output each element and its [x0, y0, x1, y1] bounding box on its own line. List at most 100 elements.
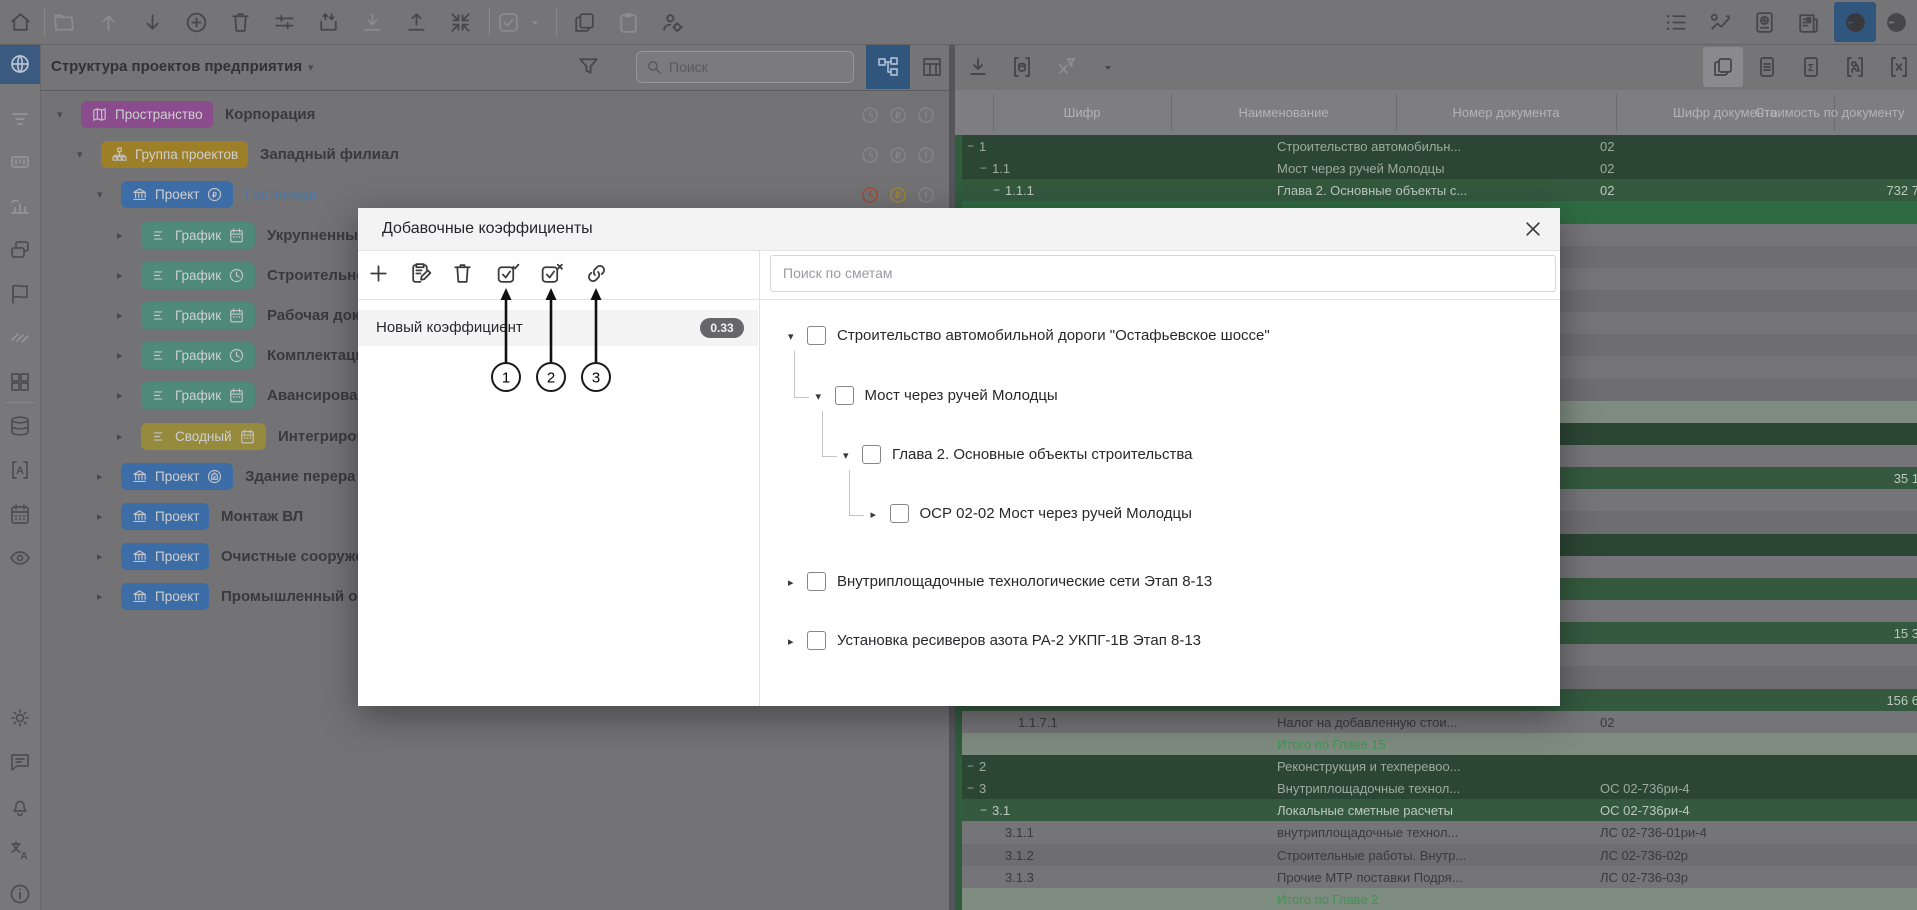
collapse-marker[interactable]: −: [967, 139, 974, 153]
estimate-tree-row[interactable]: ▾Глава 2. Основные объекты строительства: [759, 442, 1560, 470]
attribute-icon[interactable]: A: [8, 458, 32, 482]
info-status-icon[interactable]: [916, 105, 936, 125]
clock-status-icon[interactable]: [860, 105, 880, 125]
home-icon[interactable]: [8, 10, 33, 35]
tree-caret-icon[interactable]: ▸: [117, 229, 123, 242]
add-coefficient-icon[interactable]: [366, 261, 391, 286]
tree-caret-icon[interactable]: ▸: [871, 508, 877, 521]
ruble-status-icon[interactable]: ₽: [888, 105, 908, 125]
multi-select-caret-icon[interactable]: [528, 16, 542, 30]
passport-icon[interactable]: [1752, 10, 1777, 35]
tree-caret-icon[interactable]: ▾: [57, 108, 63, 121]
project-name[interactable]: Авансирован: [267, 387, 367, 404]
download-estimate-icon[interactable]: [966, 55, 990, 79]
flag-icon[interactable]: [8, 282, 32, 306]
table-view-toggle[interactable]: [910, 44, 954, 89]
check-selected-icon[interactable]: [495, 261, 520, 286]
tree-caret-icon[interactable]: ▸: [117, 269, 123, 282]
project-tree-row[interactable]: ▾Группа проектовЗападный филиал₽: [40, 135, 949, 175]
estimate-checkbox[interactable]: [890, 504, 909, 523]
list-view-icon[interactable]: [1664, 10, 1689, 35]
tree-caret-icon[interactable]: ▾: [97, 188, 103, 201]
collapse-marker[interactable]: −: [980, 803, 987, 817]
collapse-marker[interactable]: −: [980, 161, 987, 175]
estimate-tree-row[interactable]: ▸Внутриплощадочные технологические сети …: [759, 569, 1560, 597]
clear-filter-icon[interactable]: [1054, 55, 1078, 79]
clock-status-icon[interactable]: [860, 185, 880, 205]
user-settings-icon[interactable]: [660, 10, 685, 35]
collapse-marker[interactable]: −: [967, 781, 974, 795]
upload-icon[interactable]: [404, 10, 429, 35]
ruble-status-icon[interactable]: ₽: [888, 185, 908, 205]
project-name[interactable]: Корпорация: [225, 106, 315, 123]
filter-funnel-icon[interactable]: [576, 54, 601, 79]
tree-caret-icon[interactable]: ▸: [117, 349, 123, 362]
document-icon[interactable]: [1755, 55, 1779, 79]
counter-box-icon[interactable]: [8, 150, 32, 174]
estimate-search-input[interactable]: Поиск по сметам: [770, 255, 1556, 292]
project-name[interactable]: Очистные сооруже: [221, 548, 364, 565]
table-row[interactable]: Итого по Главе 2: [955, 888, 1917, 910]
tree-caret-icon[interactable]: ▾: [816, 390, 822, 403]
table-row[interactable]: −3.1Локальные сметные расчетыОС 02-736ри…: [955, 799, 1917, 821]
coefficient-list-item[interactable]: Новый коэффициент 0.33: [358, 310, 758, 346]
estimate-tree-row[interactable]: ▾Строительство автомобильной дороги "Ост…: [759, 323, 1560, 351]
tree-caret-icon[interactable]: ▸: [117, 430, 123, 443]
project-name[interactable]: Монтаж ВЛ: [221, 508, 303, 525]
tree-caret-icon[interactable]: ▸: [117, 309, 123, 322]
table-row[interactable]: −1Строительство автомобильн...02: [955, 135, 1917, 157]
notifications-icon[interactable]: [8, 794, 32, 818]
link-estimates-icon[interactable]: [584, 261, 609, 286]
column-header-name[interactable]: Наименование: [1171, 105, 1396, 120]
database-icon[interactable]: [8, 414, 32, 438]
tree-caret-icon[interactable]: ▸: [97, 510, 103, 523]
collapse-icon[interactable]: [448, 10, 473, 35]
table-row[interactable]: −1.1Мост через ручей Молодцы02: [955, 157, 1917, 179]
clock-status-icon[interactable]: [860, 145, 880, 165]
project-name[interactable]: Рабочая доку: [267, 307, 368, 324]
c-module-tile[interactable]: C: [1834, 2, 1876, 42]
column-header-docnum[interactable]: Номер документа: [1396, 105, 1616, 120]
project-name[interactable]: Западный филиал: [260, 146, 399, 163]
x-bracket-icon[interactable]: [1887, 55, 1911, 79]
move-down-icon[interactable]: [140, 10, 165, 35]
estimate-checkbox[interactable]: [835, 386, 854, 405]
chevron-down-icon[interactable]: [1101, 61, 1115, 75]
news-icon[interactable]: [1796, 10, 1821, 35]
eye-icon[interactable]: [8, 546, 32, 570]
close-icon[interactable]: [1523, 219, 1543, 239]
info-status-icon[interactable]: [916, 185, 936, 205]
search-input[interactable]: Поиск: [636, 51, 854, 83]
analytics-icon[interactable]: [1708, 10, 1733, 35]
ruble-status-icon[interactable]: ₽: [888, 145, 908, 165]
paste-icon[interactable]: [616, 10, 641, 35]
info-status-icon[interactable]: [916, 145, 936, 165]
cards-icon[interactable]: [8, 238, 32, 262]
b-module-icon[interactable]: B: [1884, 10, 1909, 35]
project-name[interactable]: Гостиница: [245, 186, 317, 203]
move-up-icon[interactable]: [96, 10, 121, 35]
tree-caret-icon[interactable]: ▸: [97, 590, 103, 603]
filter-lines-icon[interactable]: [8, 106, 32, 130]
brightness-icon[interactable]: [8, 706, 32, 730]
structure-globe-icon[interactable]: [8, 52, 32, 76]
project-name[interactable]: Промышленный об: [221, 588, 367, 605]
info-icon[interactable]: [8, 882, 32, 906]
estimate-tree-row[interactable]: ▸ОСР 02-02 Мост через ручей Молодцы: [759, 501, 1560, 529]
delete-coefficient-icon[interactable]: [450, 261, 475, 286]
project-name[interactable]: Интегриров: [278, 428, 366, 445]
estimate-tree-row[interactable]: ▸Установка ресиверов азота РА-2 УКПГ-1В …: [759, 628, 1560, 656]
collapse-marker[interactable]: −: [967, 759, 974, 773]
table-row[interactable]: 3.1.3Прочие МТР поставки Подря...ЛС 02-7…: [955, 866, 1917, 888]
project-name[interactable]: Строительно-: [267, 267, 370, 284]
tree-caret-icon[interactable]: ▾: [77, 148, 83, 161]
project-name[interactable]: Укрупненный: [267, 227, 367, 244]
table-row[interactable]: Итого по Главе 15: [955, 733, 1917, 755]
tree-caret-icon[interactable]: ▸: [97, 550, 103, 563]
collapse-marker[interactable]: −: [993, 183, 1000, 197]
table-row[interactable]: −2Реконструкция и техперевоо...: [955, 755, 1917, 777]
open-folder-icon[interactable]: [52, 10, 77, 35]
column-header-cost[interactable]: Стоимость по документу: [1755, 105, 1917, 120]
edit-coefficient-icon[interactable]: [408, 261, 433, 286]
panel-title[interactable]: Структура проектов предприятия: [51, 58, 302, 75]
